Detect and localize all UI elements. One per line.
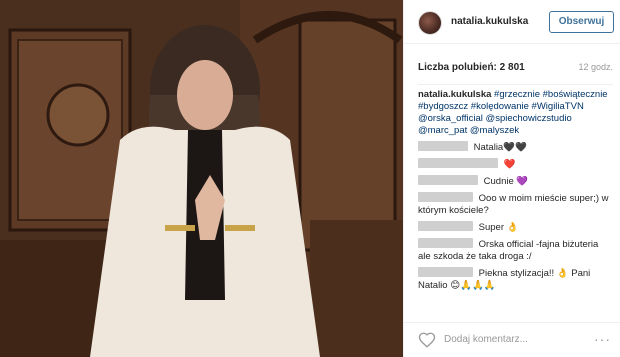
more-options-icon[interactable]: ··· — [594, 331, 611, 347]
caption-username[interactable]: natalia.kukulska — [418, 89, 491, 100]
post-header: natalia.kukulska Obserwuj — [404, 0, 620, 44]
post-time[interactable]: 12 godz. — [578, 62, 613, 72]
username[interactable]: natalia.kukulska — [451, 16, 528, 27]
list-item: Natalia🖤🖤 — [418, 141, 613, 154]
list-item: Super 👌 — [418, 221, 613, 234]
heart-icon[interactable] — [418, 331, 436, 349]
redacted-username — [418, 192, 473, 202]
list-item: Cudnie 💜 — [418, 175, 613, 188]
list-item: ❤️ — [418, 158, 613, 171]
redacted-username — [418, 221, 473, 231]
list-item: Ooo w moim mieście super;) w którym kośc… — [418, 192, 613, 217]
likes-row: Liczba polubień: 2 801 12 godz. — [418, 62, 613, 76]
comments-list: natalia.kukulska #grzecznie #boświąteczn… — [418, 89, 613, 292]
photo-illustration — [0, 0, 403, 357]
comment-text: Cudnie 💜 — [483, 176, 529, 187]
comment-text: ❤️ — [503, 159, 516, 170]
add-comment-input[interactable]: Dodaj komentarz... — [444, 334, 528, 345]
post-side-panel: natalia.kukulska Obserwuj Liczba polubie… — [403, 0, 620, 357]
avatar[interactable] — [418, 11, 442, 35]
divider — [418, 84, 613, 85]
redacted-username — [418, 175, 478, 185]
follow-button[interactable]: Obserwuj — [549, 11, 614, 33]
post-footer: Dodaj komentarz... ··· — [404, 322, 620, 357]
likes-count[interactable]: Liczba polubień: 2 801 — [418, 62, 525, 73]
redacted-username — [418, 141, 468, 151]
list-item: Orska official -fajna biżuteria ale szko… — [418, 238, 613, 263]
post-photo[interactable] — [0, 0, 403, 357]
redacted-username — [418, 158, 498, 168]
redacted-username — [418, 267, 473, 277]
redacted-username — [418, 238, 473, 248]
comment-text: Natalia🖤🖤 — [473, 142, 527, 153]
caption: natalia.kukulska #grzecznie #boświąteczn… — [418, 89, 613, 137]
list-item: Piekna stylizacja!! 👌 Pani Natalio 😊🙏🙏🙏 — [418, 267, 613, 292]
comment-text: Super 👌 — [478, 222, 519, 233]
